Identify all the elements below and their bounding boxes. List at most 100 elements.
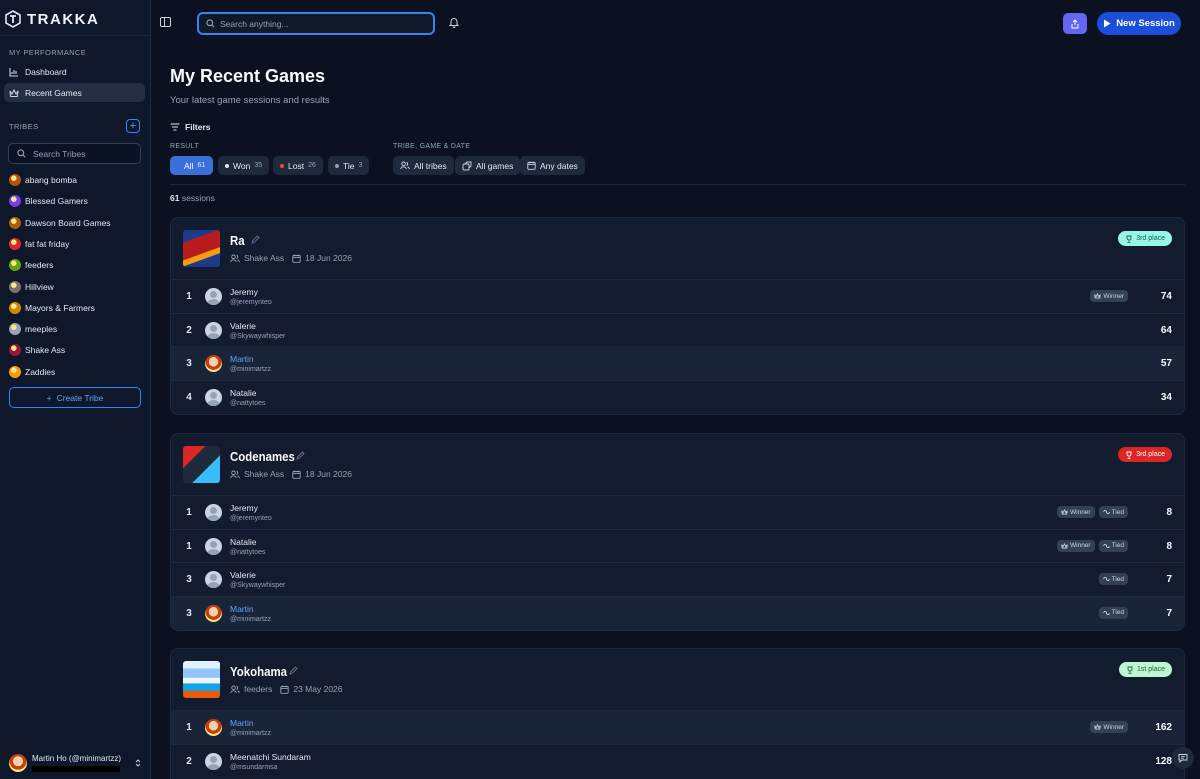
sidebar-item-tribe[interactable]: feeders — [9, 258, 53, 272]
sidebar-item-tribe[interactable]: Blessed Gamers — [9, 194, 88, 208]
game-name[interactable]: Yokohama — [230, 664, 287, 679]
sidebar-item-tribe[interactable]: fat fat friday — [9, 237, 69, 251]
tribe-search-input[interactable]: Search Tribes — [8, 143, 141, 164]
search-icon — [206, 19, 215, 28]
sidebar-item-tribe[interactable]: Hillview — [9, 280, 54, 294]
result-chip-tie[interactable]: Tie 3 — [328, 156, 370, 175]
player-handle: @nattytoes — [230, 399, 266, 407]
tribe-avatar — [9, 323, 21, 336]
player-row[interactable]: 4 Natalie @nattytoes 34 — [171, 381, 1184, 415]
place-badge-label: 3rd place — [1136, 235, 1165, 242]
avatar — [205, 571, 222, 588]
player-row[interactable]: 1 Natalie @nattytoes Winner Tied 8 — [171, 530, 1184, 563]
top-bar: Search anything... New Session — [152, 0, 1200, 46]
toggle-sidebar-icon[interactable] — [160, 17, 171, 27]
player-name[interactable]: Meenatchi Sundaram — [230, 752, 311, 762]
lost-dot-icon — [280, 163, 284, 168]
share-button[interactable] — [1063, 13, 1087, 34]
sidebar-item-tribe[interactable]: Mayors & Farmers — [9, 301, 95, 315]
chart-icon — [9, 67, 18, 77]
player-name[interactable]: Jeremy — [230, 503, 258, 513]
player-name[interactable]: Valerie — [230, 570, 256, 580]
result-tag: Tied — [1098, 606, 1128, 619]
place-badge-label: 3rd place — [1136, 451, 1165, 458]
app-logo[interactable]: TRAKKA — [5, 9, 99, 29]
sidebar-item-tribe[interactable]: Zaddies — [9, 365, 55, 379]
sidebar-item-tribe[interactable]: abang bomba — [9, 173, 77, 187]
player-name[interactable]: Natalie — [230, 388, 256, 398]
result-tag: Winner — [1057, 539, 1095, 552]
result-chip-lost[interactable]: Lost 26 — [273, 156, 323, 175]
card-header: Codenames Shake Ass 18 Jun 2026 3rd plac… — [171, 434, 1184, 496]
sidebar-item-dashboard[interactable]: Dashboard — [4, 62, 145, 81]
tribe-filter-chip[interactable]: All tribes — [393, 156, 454, 175]
player-name[interactable]: Jeremy — [230, 287, 258, 297]
date-filter-chip[interactable]: Any dates — [520, 156, 585, 175]
game-name[interactable]: Codenames — [230, 449, 295, 464]
global-search-input[interactable]: Search anything... — [197, 12, 435, 35]
player-row[interactable]: 2 Valerie @Skywaywhisper 64 — [171, 314, 1184, 347]
player-rank: 3 — [186, 358, 192, 369]
sidebar-item-tribe[interactable]: Shake Ass — [9, 343, 65, 357]
result-chip-won[interactable]: Won 35 — [218, 156, 270, 175]
player-row[interactable]: 1 Jeremy @jeremynteo Winner 74 — [171, 280, 1184, 314]
result-tags: Winner — [1090, 721, 1128, 733]
users-icon — [400, 161, 410, 170]
edit-pencil-icon[interactable] — [296, 451, 305, 460]
chip-label: Any dates — [540, 160, 578, 171]
player-row[interactable]: 3 Valerie @Skywaywhisper Tied 7 — [171, 563, 1184, 597]
game-cover-image — [183, 661, 220, 698]
player-name[interactable]: Natalie — [230, 537, 256, 547]
player-row[interactable]: 3 Martin @minimartzz Tied 7 — [171, 596, 1184, 630]
users-icon — [230, 685, 240, 693]
search-icon — [17, 149, 26, 158]
player-handle: @jeremynteo — [230, 299, 272, 306]
player-handle: @minimartzz — [230, 366, 271, 373]
result-tag: Tied — [1098, 506, 1128, 518]
result-chip-all[interactable]: All 61 — [170, 156, 214, 175]
game-name[interactable]: Ra — [230, 233, 245, 248]
player-name[interactable]: Martin — [230, 604, 254, 614]
game-session-card[interactable]: Codenames Shake Ass 18 Jun 2026 3rd plac… — [170, 433, 1185, 631]
play-icon — [1104, 19, 1111, 28]
redacted-email — [32, 766, 120, 772]
filters-toggle[interactable]: Filters — [170, 122, 211, 132]
add-tribe-button[interactable]: + — [126, 119, 140, 133]
game-session-card[interactable]: Ra Shake Ass 18 Jun 2026 3rd place 1 Jere… — [170, 217, 1185, 415]
chip-count: 3 — [358, 162, 363, 169]
edit-pencil-icon[interactable] — [251, 235, 260, 244]
chat-button[interactable] — [1172, 747, 1194, 769]
sessions-count-value: 61 — [170, 193, 180, 203]
avatar — [205, 504, 222, 521]
player-handle: @nattytoes — [230, 548, 266, 556]
session-meta: Shake Ass 18 Jun 2026 — [230, 469, 352, 479]
game-filter-chip[interactable]: All games — [455, 156, 521, 175]
player-name[interactable]: Martin — [230, 354, 254, 364]
player-row[interactable]: 2 Meenatchi Sundaram @msundarmsa 128 — [171, 745, 1184, 779]
player-row[interactable]: 1 Jeremy @jeremynteo Winner Tied 8 — [171, 496, 1184, 530]
sidebar-item-recent-games[interactable]: Recent Games — [4, 83, 145, 102]
sidebar-item-tribe[interactable]: Dawson Board Games — [9, 216, 111, 230]
player-name[interactable]: Valerie — [230, 321, 256, 331]
user-menu[interactable]: Martin Ho (@minimartzz) — [9, 750, 143, 776]
place-badge: 3rd place — [1118, 231, 1172, 246]
create-tribe-button[interactable]: + Create Tribe — [9, 387, 141, 408]
place-badge: 1st place — [1118, 662, 1172, 677]
edit-pencil-icon[interactable] — [289, 666, 298, 675]
player-rank: 1 — [186, 540, 192, 552]
game-session-card[interactable]: Yokohama feeders 23 May 2026 1st place 1… — [170, 648, 1185, 779]
place-badge: 3rd place — [1118, 447, 1172, 462]
result-tag-label: Tied — [1111, 575, 1124, 583]
player-row[interactable]: 3 Martin @minimartzz 57 — [171, 347, 1184, 381]
sidebar-item-tribe[interactable]: meeples — [9, 322, 57, 336]
tie-icon — [1102, 543, 1110, 548]
result-tags: Winner Tied — [1057, 506, 1128, 518]
result-tag-label: Tied — [1111, 542, 1124, 549]
new-session-button[interactable]: New Session — [1097, 12, 1181, 35]
player-row[interactable]: 1 Martin @minimartzz Winner 162 — [171, 711, 1184, 745]
tribe-name: Blessed Gamers — [25, 196, 88, 207]
won-dot-icon — [225, 163, 229, 168]
tribe-search-placeholder: Search Tribes — [33, 148, 86, 159]
bell-icon[interactable] — [449, 17, 459, 28]
player-name[interactable]: Martin — [230, 718, 254, 728]
